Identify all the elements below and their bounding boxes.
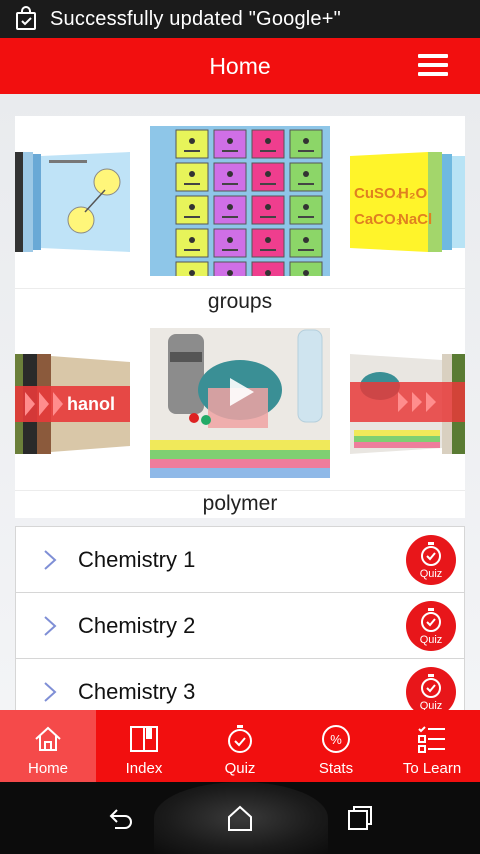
divider (15, 490, 465, 491)
divider (15, 288, 465, 289)
chevron-right-icon (44, 550, 57, 570)
carousel-polymer[interactable]: hanol polymer (15, 318, 465, 518)
chapter-name: Chemistry 3 (78, 679, 196, 704)
carousel-caption[interactable]: groups (15, 290, 465, 314)
bottom-nav: Home Index Quiz % Stats To Learn (0, 710, 480, 782)
tab-quiz[interactable]: Quiz (192, 710, 288, 782)
thumbnail-periodic-groups[interactable] (150, 126, 330, 276)
quiz-label: Quiz (419, 634, 443, 646)
svg-text:%: % (330, 732, 342, 747)
percent-icon: % (322, 725, 350, 753)
app-bar: Home (0, 38, 480, 94)
tab-index[interactable]: Index (96, 710, 192, 782)
checklist-icon (418, 726, 445, 753)
list-item[interactable]: Chemistry 2 Quiz (15, 592, 465, 658)
chapter-list: Chemistry 1 Quiz Chemistry 2 Quiz Chemis… (15, 526, 465, 710)
quiz-button[interactable]: Quiz (406, 667, 456, 710)
tab-label: Quiz (224, 760, 256, 777)
tab-label: Index (125, 760, 163, 777)
home-button-icon[interactable] (226, 804, 254, 832)
update-bag-icon (16, 6, 36, 30)
thumbnail-ethanol-bottle[interactable]: hanol (15, 354, 130, 454)
tab-to-learn[interactable]: To Learn (384, 710, 480, 782)
book-icon (130, 726, 158, 752)
svg-text:hanol: hanol (67, 394, 115, 414)
carousel-groups[interactable]: CuSO₄ H₂O CaCO₃ NaCl groups (15, 116, 465, 316)
stopwatch-icon (421, 674, 441, 698)
page-title: Home (209, 52, 271, 79)
stopwatch-icon (421, 542, 441, 566)
tab-stats[interactable]: % Stats (288, 710, 384, 782)
chapter-name: Chemistry 1 (78, 547, 196, 572)
thumbnail-polymer-items[interactable] (350, 354, 465, 454)
back-icon[interactable] (106, 804, 134, 832)
svg-text:CuSO₄: CuSO₄ (354, 185, 403, 202)
svg-text:CaCO₃: CaCO₃ (354, 211, 403, 228)
quiz-button[interactable]: Quiz (406, 601, 456, 651)
carousel-caption[interactable]: polymer (15, 492, 465, 516)
tab-label: To Learn (402, 760, 462, 777)
svg-text:NaCl: NaCl (398, 211, 432, 228)
status-bar: Successfully updated "Google+" (0, 0, 480, 38)
list-item[interactable]: Chemistry 3 Quiz (15, 658, 465, 710)
recents-icon[interactable] (346, 804, 374, 832)
chevron-right-icon (44, 682, 57, 702)
chapter-name: Chemistry 2 (78, 613, 196, 638)
tab-home[interactable]: Home (0, 710, 96, 782)
carousel-panel: CuSO₄ H₂O CaCO₃ NaCl groups hanol polyme… (15, 116, 465, 518)
stopwatch-icon (421, 608, 441, 632)
chevron-right-icon (44, 616, 57, 636)
thumbnail-atom-diagram[interactable] (15, 152, 130, 252)
thumbnail-formulas[interactable]: CuSO₄ H₂O CaCO₃ NaCl (350, 152, 465, 252)
quiz-label: Quiz (419, 568, 443, 580)
tab-label: Stats (318, 760, 354, 777)
notification-text: Successfully updated "Google+" (50, 7, 341, 30)
content-area: CuSO₄ H₂O CaCO₃ NaCl groups hanol polyme… (0, 94, 480, 710)
svg-text:H₂O: H₂O (398, 185, 427, 202)
tab-label: Home (27, 760, 68, 777)
hamburger-menu-icon[interactable] (418, 54, 448, 78)
quiz-button[interactable]: Quiz (406, 535, 456, 585)
stopwatch-icon (228, 725, 252, 753)
thumbnail-polymer-video[interactable] (150, 328, 330, 478)
list-item[interactable]: Chemistry 1 Quiz (15, 526, 465, 592)
home-icon (35, 726, 61, 751)
system-nav-bar (0, 782, 480, 854)
quiz-label: Quiz (419, 700, 443, 710)
